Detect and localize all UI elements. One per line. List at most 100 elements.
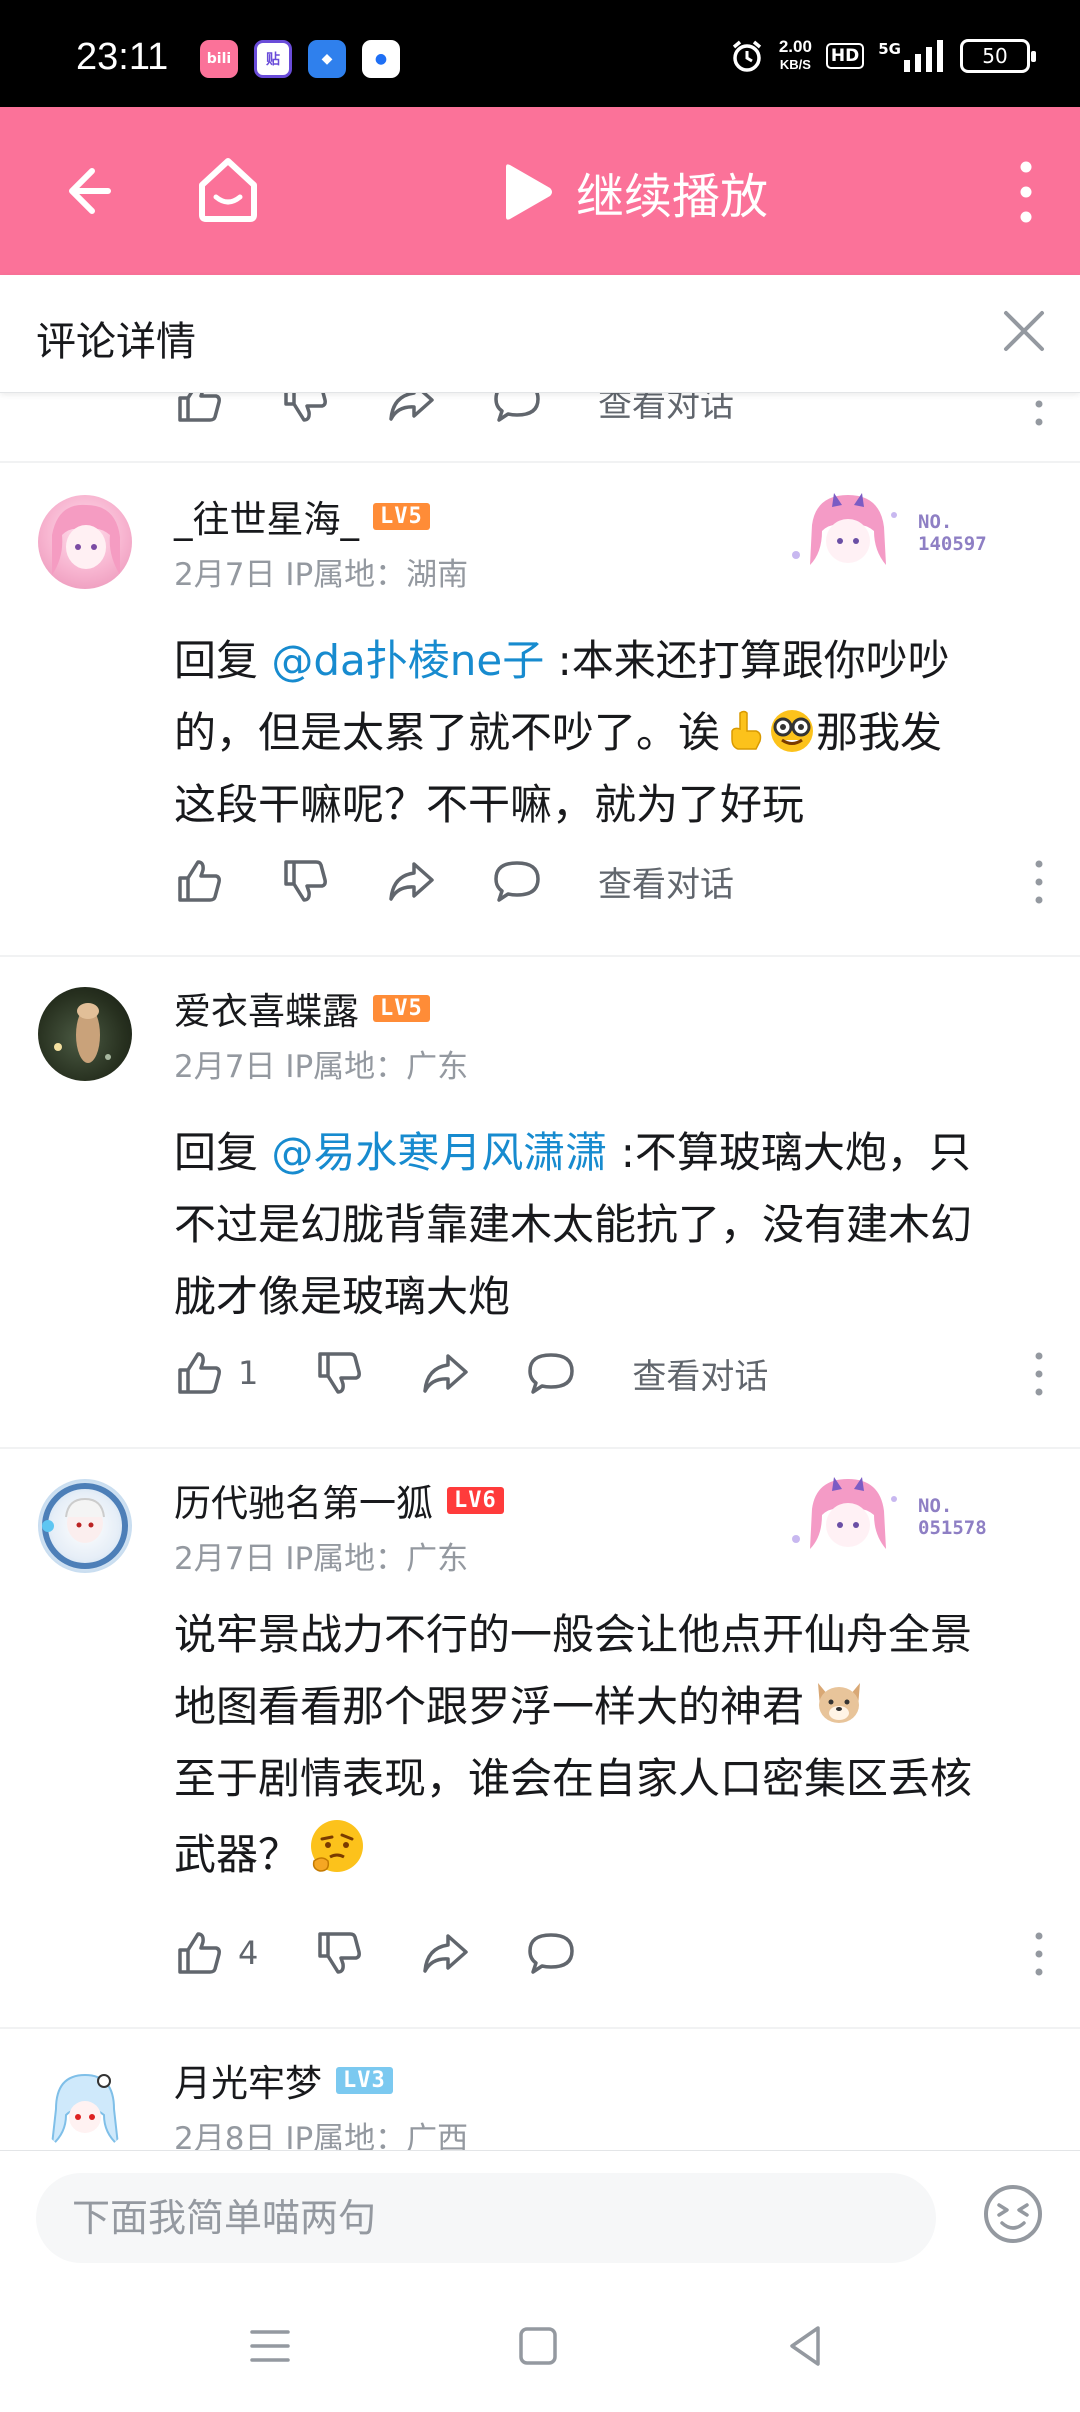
view-conversation-link[interactable]: 查看对话 <box>598 393 734 426</box>
system-icons: 2.00 KB/S HD 5G 50 <box>729 38 1036 74</box>
more-vertical-icon[interactable] <box>1032 393 1046 427</box>
dislike-icon[interactable] <box>314 1348 364 1398</box>
comment-content[interactable]: 回复 @易水寒月风潇潇 :不算玻璃大炮，只 不过是幻胧背靠建木太能抗了，没有建木… <box>174 1117 1044 1333</box>
avatar-image <box>50 2073 120 2148</box>
more-vertical-icon[interactable] <box>1032 1931 1046 1977</box>
avatar-image <box>54 1003 111 1063</box>
bilibili-icon: bili <box>200 40 238 78</box>
reply-icon[interactable] <box>526 1928 576 1978</box>
circle-app-icon: ● <box>362 40 400 78</box>
comment-actions: 查看对话 <box>174 851 734 911</box>
view-conversation-link[interactable]: 查看对话 <box>598 857 734 906</box>
comment-line-2: 的，但是太累了就不吵了。诶 那我发 <box>174 697 1044 769</box>
comment-content[interactable]: 说牢景战力不行的一般会让他点开仙舟全景 地图看看那个跟罗浮一样大的神君 至于剧情… <box>174 1599 1044 1891</box>
dislike-icon[interactable] <box>280 393 330 426</box>
dislike-icon[interactable] <box>280 856 330 906</box>
menu-icon[interactable] <box>240 2316 300 2376</box>
comment-partial-row: 查看对话 <box>0 393 1080 463</box>
comment-text: :不算玻璃大炮，只 <box>607 1128 971 1177</box>
username[interactable]: 爱衣喜蝶露 <box>174 981 359 1035</box>
continue-play-button[interactable]: 继续播放 <box>498 157 768 227</box>
comment-text: 地图看看那个跟罗浮一样大的神君 <box>174 1682 805 1731</box>
comment-text: :本来还打算跟你吵吵 <box>544 636 950 685</box>
comment-actions: 1 查看对话 <box>174 1343 768 1403</box>
reply-prefix: 回复 <box>174 1128 272 1177</box>
ip-location: IP属地：广西 <box>285 2121 469 2150</box>
share-icon[interactable] <box>420 1928 470 1978</box>
home-icon[interactable] <box>188 149 268 229</box>
comment-text: 武器？ <box>174 1830 301 1879</box>
comment-date: 2月7日 <box>174 1049 276 1085</box>
comment-item: 月光牢梦 LV3 2月8日 IP属地：广西 <box>0 2029 1080 2150</box>
like-icon[interactable] <box>174 856 224 906</box>
more-vertical-icon[interactable] <box>1008 159 1044 225</box>
mention-link[interactable]: @da扑棱ne子 <box>271 636 544 685</box>
fan-badge-number-value: 140597 <box>918 533 987 555</box>
nerd-face-emoji-icon <box>771 710 814 752</box>
reply-icon[interactable] <box>492 856 542 906</box>
blue-app-icon: ◆ <box>308 40 346 78</box>
more-vertical-icon[interactable] <box>1032 859 1046 905</box>
avatar-image <box>42 1483 128 1569</box>
emoji-picker-icon[interactable] <box>982 2183 1044 2245</box>
comment-line-1: 回复 @da扑棱ne子 :本来还打算跟你吵吵 <box>174 625 1044 697</box>
comment-actions: 查看对话 <box>174 393 734 431</box>
home-square-icon[interactable] <box>508 2316 568 2376</box>
username-row: 爱衣喜蝶露 LV5 <box>174 981 430 1035</box>
username-row: 月光牢梦 LV3 <box>174 2053 393 2107</box>
view-conversation-link[interactable]: 查看对话 <box>632 1349 768 1398</box>
play-icon <box>506 164 552 220</box>
avatar[interactable] <box>38 1479 132 1573</box>
username[interactable]: _往世星海_ <box>174 489 359 543</box>
like-icon[interactable] <box>174 1928 224 1978</box>
comment-list[interactable]: 查看对话 _往世星海_ LV5 2月7日 IP属地：湖南 NO. 140597 … <box>0 393 1080 2150</box>
fan-badge-number: NO. 051578 <box>918 1495 987 1539</box>
comment-line-3: 这段干嘛呢？不干嘛，就为了好玩 <box>174 780 805 829</box>
avatar-image <box>52 504 120 575</box>
username[interactable]: 月光牢梦 <box>174 2053 322 2107</box>
network-speed-value: 2.00 <box>778 37 812 56</box>
fan-badge-number: NO. 140597 <box>918 511 987 555</box>
avatar[interactable] <box>38 2059 132 2150</box>
share-icon[interactable] <box>420 1348 470 1398</box>
ip-location: IP属地：广东 <box>285 1541 469 1577</box>
back-triangle-icon[interactable] <box>776 2316 836 2376</box>
comment-text: 的，但是太累了就不吵了。诶 <box>174 708 721 757</box>
fan-badge-card[interactable]: NO. 140597 <box>782 485 1022 585</box>
like-icon[interactable] <box>174 393 224 426</box>
character-badge-image <box>792 493 897 565</box>
share-icon[interactable] <box>386 856 436 906</box>
ip-location: IP属地：湖南 <box>285 557 469 593</box>
more-vertical-icon[interactable] <box>1032 1351 1046 1397</box>
reply-icon[interactable] <box>526 1348 576 1398</box>
avatar[interactable] <box>38 987 132 1081</box>
network-speed: 2.00 KB/S <box>779 38 812 74</box>
comment-actions: 4 <box>174 1923 576 1983</box>
dislike-icon[interactable] <box>314 1928 364 1978</box>
close-icon[interactable] <box>996 303 1052 359</box>
mention-link[interactable]: @易水寒月风潇潇 <box>271 1128 607 1177</box>
comment-meta: 2月7日 IP属地：广东 <box>174 1041 468 1086</box>
level-badge: LV6 <box>447 1486 504 1514</box>
back-arrow-icon[interactable] <box>48 155 120 227</box>
thinking-face-emoji-icon <box>311 1820 364 1872</box>
like-count: 4 <box>238 1934 259 1972</box>
comment-text: 那我发 <box>816 708 943 757</box>
avatar[interactable] <box>38 495 132 589</box>
page-title: 评论详情 <box>36 319 196 365</box>
comment-input[interactable] <box>36 2173 936 2263</box>
reply-icon[interactable] <box>492 393 542 426</box>
fan-badge-card[interactable]: NO. 051578 <box>782 1469 1022 1569</box>
battery-icon: 50 <box>960 39 1036 73</box>
share-icon[interactable] <box>386 393 436 426</box>
comment-detail-header: 评论详情 <box>0 275 1080 393</box>
comment-content[interactable]: 回复 @da扑棱ne子 :本来还打算跟你吵吵 的，但是太累了就不吵了。诶 那我发 … <box>174 625 1044 841</box>
comment-date: 2月8日 <box>174 2121 276 2150</box>
comment-line-3: 至于剧情表现，谁会在自家人口密集区丢核 <box>174 1754 973 1803</box>
like-icon[interactable] <box>174 1348 224 1398</box>
character-badge-image <box>792 1477 897 1549</box>
pointing-up-emoji-icon <box>731 710 762 750</box>
comment-line-1: 说牢景战力不行的一般会让他点开仙舟全景 <box>174 1610 973 1659</box>
comment-date: 2月7日 <box>174 1541 276 1577</box>
username[interactable]: 历代驰名第一狐 <box>174 1473 433 1527</box>
